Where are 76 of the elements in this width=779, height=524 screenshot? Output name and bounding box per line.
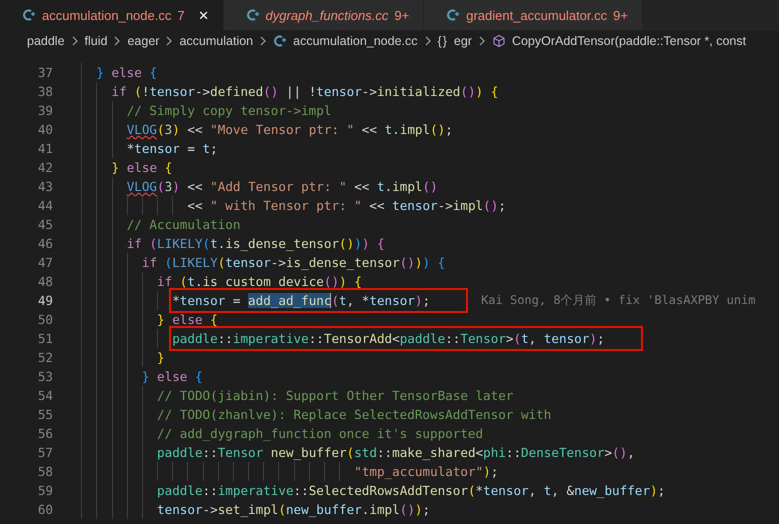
- line-number: 57: [36, 444, 54, 462]
- code-line: if (LIKELY(tensor->is_dense_tensor())) {: [142, 254, 446, 272]
- problem-count: 9+: [613, 8, 628, 22]
- code-line: VLOG(3) << "Add Tensor ptr: " << t.impl(): [126, 178, 438, 196]
- code-line: *tensor = t;: [126, 140, 218, 158]
- breadcrumb-item[interactable]: accumulation_node.cc: [293, 34, 418, 48]
- code-line: } else {: [112, 159, 172, 177]
- code-line: if (LIKELY(t.is_dense_tensor())) {: [126, 235, 385, 253]
- code-line: "tmp_accumulator");: [354, 463, 498, 481]
- code-line: if (!tensor->defined() || !tensor->initialized()) {: [112, 83, 498, 101]
- code-line: // TODO(jiabin): Support Other TensorBase later: [157, 387, 514, 405]
- breadcrumb-item[interactable]: CopyOrAddTensor(paddle::Tensor *, const: [512, 34, 746, 48]
- line-number: 50: [36, 311, 54, 329]
- line-number: 59: [36, 482, 54, 500]
- code-line: paddle::Tensor new_buffer(std::make_shared<phi::DenseTensor>(),: [157, 444, 635, 462]
- editor-tab[interactable]: dygraph_functions.cc 9+: [224, 0, 424, 30]
- problem-count: 7: [177, 8, 185, 22]
- line-number: 47: [36, 254, 54, 272]
- code-line: // TODO(zhanlve): Replace SelectedRowsAddTensor with: [157, 406, 552, 424]
- line-number: 45: [36, 216, 54, 234]
- code-line: tensor->set_impl(new_buffer.impl());: [157, 501, 430, 519]
- tab-label: gradient_accumulator.cc: [466, 8, 608, 22]
- line-number: 54: [36, 387, 54, 405]
- line-number: 55: [36, 406, 54, 424]
- line-number: 43: [36, 178, 54, 196]
- chevron-icon: [113, 36, 122, 46]
- breadcrumb-item[interactable]: eager: [127, 34, 160, 48]
- code-line: VLOG(3) << "Move Tensor ptr: " << t.impl();: [126, 121, 453, 139]
- chevron-icon: [259, 36, 268, 46]
- line-number: 56: [36, 425, 54, 443]
- code-line: // add_dygraph_function once it's supported: [157, 425, 484, 443]
- code-line: } else {: [157, 311, 218, 329]
- code-line: // Accumulation: [126, 216, 240, 234]
- line-number: 38: [36, 83, 54, 101]
- line-number: 41: [36, 140, 54, 158]
- problem-count: 9+: [394, 8, 410, 22]
- cpp-file-icon: [22, 8, 36, 22]
- breadcrumb-item[interactable]: paddle: [27, 34, 65, 48]
- code-line: if (t.is custom device()) {: [157, 273, 362, 291]
- chevron-icon: [70, 36, 79, 46]
- line-number: 37: [36, 64, 54, 82]
- chevron-icon: [165, 36, 174, 46]
- code-line: } else {: [96, 64, 158, 82]
- line-number: 48: [36, 273, 54, 291]
- line-number: 53: [36, 368, 54, 386]
- line-number: 39: [36, 102, 54, 120]
- code-line: paddle::imperative::SelectedRowsAddTensor(*tensor, t, &new_buffer);: [157, 482, 666, 500]
- code-line: << " with Tensor ptr: " << tensor->impl();: [187, 197, 506, 215]
- cpp-file-icon: [446, 8, 460, 22]
- code-line: } else {: [142, 368, 203, 386]
- editor-tab[interactable]: accumulation_node.cc 7 ×: [0, 0, 224, 30]
- line-number: 58: [36, 463, 54, 481]
- cube-icon: [492, 34, 506, 48]
- breadcrumb-item[interactable]: fluid: [84, 34, 108, 48]
- line-number: 60: [36, 501, 54, 519]
- tab-label: dygraph_functions.cc: [266, 8, 388, 22]
- code-line: // Simply copy tensor->impl: [126, 102, 332, 120]
- tab-label: accumulation_node.cc: [42, 8, 172, 22]
- braces-symbol: {}: [438, 34, 448, 48]
- chevron-icon: [478, 36, 486, 46]
- code-line: }: [157, 349, 165, 367]
- editor-tab[interactable]: gradient_accumulator.cc 9+: [424, 0, 643, 30]
- line-number: 49: [36, 292, 54, 310]
- blame-annotation: Kai Song, 8个月前 • fix 'BlasAXPBY unim: [481, 292, 756, 309]
- line-number: 51: [36, 330, 54, 348]
- breadcrumb-item[interactable]: egr: [454, 34, 472, 48]
- chevron-icon: [424, 36, 432, 46]
- line-number: 52: [36, 349, 54, 367]
- line-number: 46: [36, 235, 54, 253]
- breadcrumb-item[interactable]: accumulation: [179, 34, 254, 48]
- close-button[interactable]: ×: [198, 6, 209, 24]
- line-number: 40: [36, 121, 54, 139]
- cpp-file-icon: [273, 34, 288, 48]
- line-number: 42: [36, 159, 54, 177]
- cpp-file-icon: [246, 8, 260, 22]
- line-number: 44: [36, 197, 54, 215]
